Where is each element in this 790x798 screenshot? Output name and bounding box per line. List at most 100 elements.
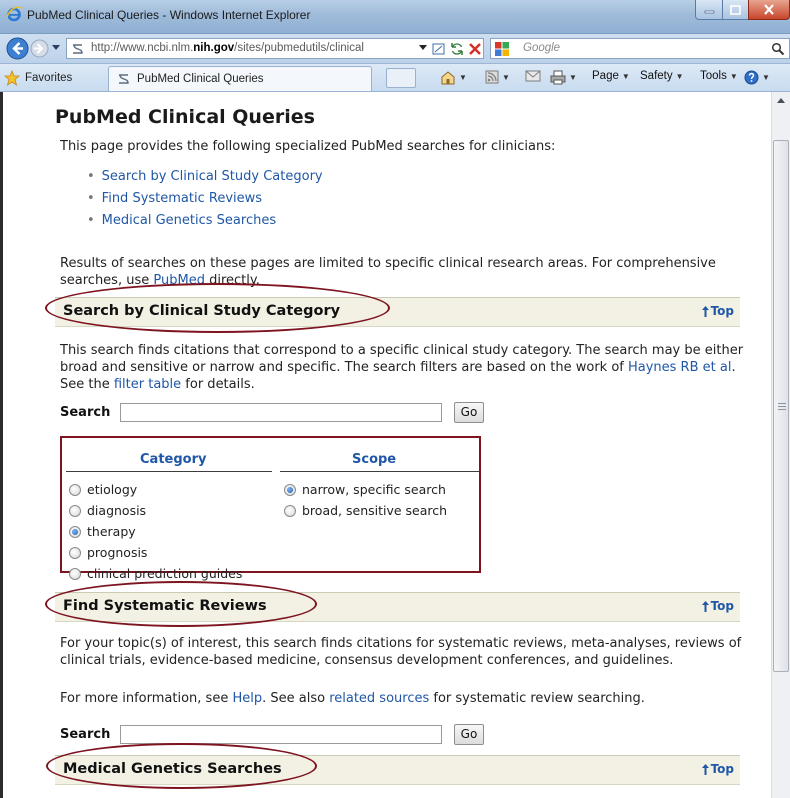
title-bar: PubMed Clinical Queries - Windows Intern… bbox=[0, 0, 790, 34]
feeds-icon bbox=[485, 70, 499, 84]
divider bbox=[66, 471, 272, 472]
back-arrow-icon[interactable] bbox=[6, 37, 29, 60]
toc-link-clinical-study[interactable]: • Search by Clinical Study Category bbox=[87, 169, 323, 184]
radio-button[interactable] bbox=[69, 525, 81, 538]
grip-icon bbox=[778, 403, 786, 410]
up-arrow-icon bbox=[701, 305, 709, 317]
help-menu[interactable]: ▼ bbox=[744, 70, 770, 85]
clinical-study-description: This search finds citations that corresp… bbox=[60, 343, 744, 392]
annotation-oval bbox=[45, 581, 317, 627]
category-option-prognosis[interactable]: prognosis bbox=[69, 545, 147, 560]
top-link[interactable]: Top bbox=[701, 762, 734, 776]
new-tab-button[interactable] bbox=[386, 68, 416, 88]
compatibility-view-icon[interactable] bbox=[431, 41, 447, 57]
vertical-scrollbar[interactable] bbox=[771, 92, 790, 798]
feeds-button[interactable]: ▼ bbox=[485, 70, 510, 84]
search-label: Search bbox=[60, 726, 111, 742]
close-icon bbox=[764, 4, 774, 15]
safety-menu[interactable]: Safety ▼ bbox=[640, 70, 684, 82]
systematic-reviews-search-row: Search Go bbox=[60, 723, 484, 745]
google-icon bbox=[495, 42, 509, 56]
help-icon bbox=[744, 70, 759, 85]
star-icon bbox=[4, 69, 20, 86]
close-button[interactable] bbox=[748, 0, 790, 20]
safety-menu-label: Safety bbox=[640, 70, 673, 82]
go-button[interactable]: Go bbox=[454, 723, 484, 745]
tools-menu[interactable]: Tools ▼ bbox=[700, 70, 738, 82]
address-dropdown-icon[interactable] bbox=[419, 45, 427, 51]
go-button[interactable]: Go bbox=[454, 401, 484, 423]
favorites-bar: Favorites PubMed Clinical Queries ▼ ▼ ▼ … bbox=[0, 64, 790, 92]
top-link[interactable]: Top bbox=[701, 599, 734, 613]
stop-icon[interactable] bbox=[467, 41, 483, 57]
category-option-therapy[interactable]: therapy bbox=[69, 524, 136, 539]
page-menu-label: Page bbox=[592, 70, 619, 82]
radio-button[interactable] bbox=[284, 483, 296, 496]
home-icon bbox=[441, 71, 455, 85]
scrollbar-thumb[interactable] bbox=[773, 140, 789, 672]
read-mail-button[interactable] bbox=[525, 70, 541, 82]
window-title: PubMed Clinical Queries - Windows Intern… bbox=[27, 8, 311, 22]
forward-arrow-icon[interactable] bbox=[30, 39, 49, 58]
page-menu[interactable]: Page ▼ bbox=[592, 70, 630, 82]
filter-table-link[interactable]: filter table bbox=[114, 377, 181, 392]
maximize-button[interactable] bbox=[722, 0, 749, 20]
internet-explorer-icon bbox=[6, 6, 22, 22]
scope-header: Scope bbox=[352, 452, 397, 467]
print-button[interactable]: ▼ bbox=[550, 70, 577, 85]
haynes-link[interactable]: Haynes RB et al bbox=[628, 360, 731, 375]
scope-option-narrow[interactable]: narrow, specific search bbox=[284, 482, 446, 497]
address-bar[interactable]: http://www.ncbi.nlm.nih.gov/sites/pubmed… bbox=[66, 38, 484, 59]
refresh-icon[interactable] bbox=[449, 41, 465, 57]
address-url[interactable]: http://www.ncbi.nlm.nih.gov/sites/pubmed… bbox=[91, 42, 427, 54]
divider bbox=[280, 471, 479, 472]
toc-link-systematic-reviews[interactable]: • Find Systematic Reviews bbox=[87, 191, 262, 206]
systematic-reviews-more-info: For more information, see Help. See also… bbox=[60, 691, 645, 706]
filter-options-box: Category Scope etiology diagnosis therap… bbox=[60, 436, 481, 581]
systematic-reviews-description: For your topic(s) of interest, this sear… bbox=[60, 636, 742, 668]
tools-menu-label: Tools bbox=[700, 70, 727, 82]
search-box[interactable]: Google bbox=[490, 38, 790, 59]
printer-icon bbox=[550, 70, 566, 85]
minimize-icon bbox=[704, 10, 714, 14]
address-bar-row: http://www.ncbi.nlm.nih.gov/sites/pubmed… bbox=[0, 34, 790, 64]
related-sources-link[interactable]: related sources bbox=[329, 691, 429, 706]
search-placeholder: Google bbox=[523, 42, 561, 54]
mail-icon bbox=[525, 70, 541, 82]
annotation-oval bbox=[45, 283, 390, 333]
category-option-etiology[interactable]: etiology bbox=[69, 482, 137, 497]
recent-pages-dropdown-icon[interactable] bbox=[52, 45, 60, 51]
tab-title: PubMed Clinical Queries bbox=[137, 73, 264, 85]
browser-tab[interactable]: PubMed Clinical Queries bbox=[108, 66, 372, 91]
help-link[interactable]: Help bbox=[232, 691, 262, 706]
home-button[interactable]: ▼ bbox=[440, 70, 467, 85]
radio-button[interactable] bbox=[69, 504, 81, 517]
clinical-study-search-input[interactable] bbox=[120, 402, 442, 422]
toc-link-medical-genetics[interactable]: • Medical Genetics Searches bbox=[87, 213, 276, 228]
scope-option-broad[interactable]: broad, sensitive search bbox=[284, 503, 447, 518]
radio-button[interactable] bbox=[69, 483, 81, 496]
favorites-label: Favorites bbox=[25, 71, 73, 84]
category-option-diagnosis[interactable]: diagnosis bbox=[69, 503, 146, 518]
radio-button[interactable] bbox=[69, 567, 81, 580]
scroll-up-arrow-icon[interactable] bbox=[772, 92, 790, 109]
intro-text: This page provides the following special… bbox=[60, 139, 556, 154]
minimize-button[interactable] bbox=[695, 0, 723, 20]
radio-button[interactable] bbox=[284, 504, 296, 517]
page-viewport: PubMed Clinical Queries This page provid… bbox=[3, 92, 771, 798]
page-icon bbox=[119, 74, 129, 84]
maximize-icon bbox=[730, 4, 741, 15]
category-option-clinical-prediction[interactable]: clinical prediction guides bbox=[69, 566, 242, 581]
category-header: Category bbox=[140, 452, 207, 467]
clinical-study-search-row: Search Go bbox=[60, 401, 484, 423]
page-icon bbox=[73, 44, 83, 54]
page-title: PubMed Clinical Queries bbox=[55, 106, 315, 128]
search-icon[interactable] bbox=[771, 42, 785, 56]
annotation-oval bbox=[46, 743, 317, 789]
systematic-reviews-search-input[interactable] bbox=[120, 724, 442, 744]
up-arrow-icon bbox=[701, 763, 709, 775]
search-label: Search bbox=[60, 404, 111, 420]
top-link[interactable]: Top bbox=[701, 304, 734, 318]
radio-button[interactable] bbox=[69, 546, 81, 559]
favorites-button[interactable]: Favorites bbox=[4, 68, 72, 87]
